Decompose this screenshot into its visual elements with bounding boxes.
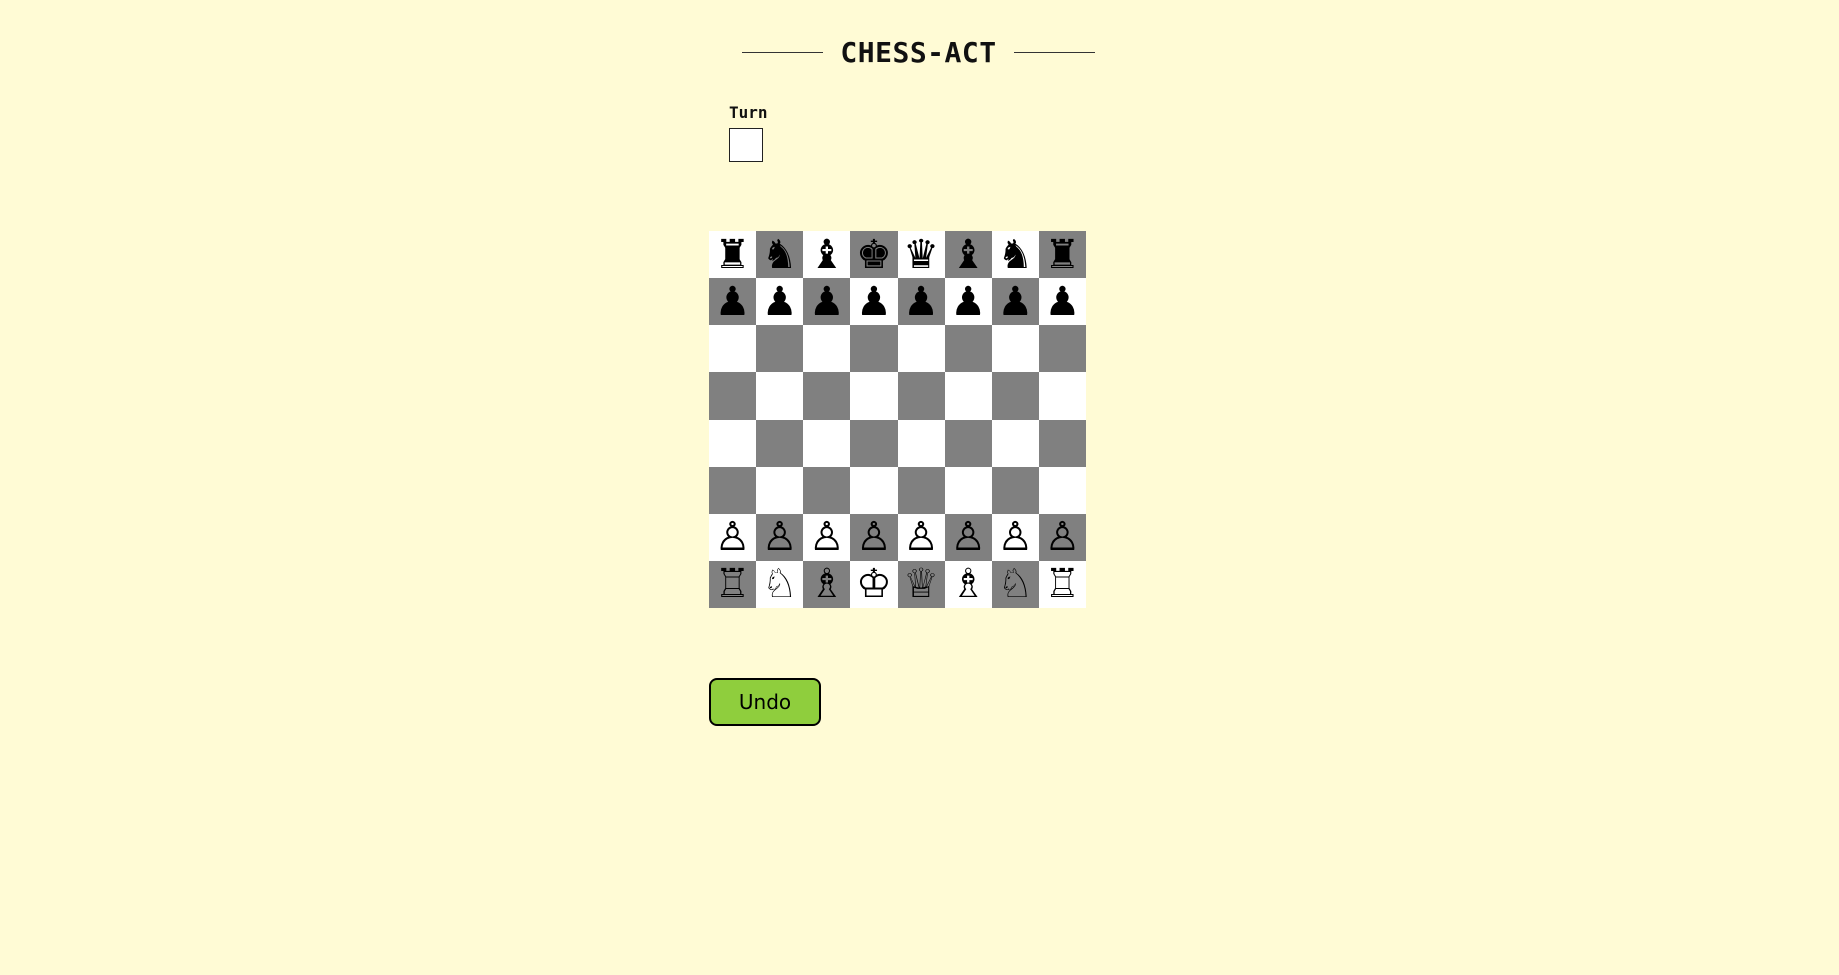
board-square-d8[interactable]: ♚ [850, 231, 898, 279]
board-square-f4[interactable] [944, 419, 992, 467]
board-square-b6[interactable] [756, 325, 804, 373]
board-square-f2[interactable]: ♙ [944, 513, 992, 561]
board-square-e6[interactable] [897, 325, 945, 373]
board-square-a1[interactable]: ♖ [709, 560, 757, 608]
board-square-e5[interactable] [897, 372, 945, 420]
board-square-e3[interactable] [897, 466, 945, 514]
board-square-c5[interactable] [803, 372, 851, 420]
board-square-e7[interactable]: ♟ [897, 278, 945, 326]
turn-label: Turn [729, 103, 768, 122]
board-square-b5[interactable] [756, 372, 804, 420]
board-square-f1[interactable]: ♗ [944, 560, 992, 608]
board-square-g3[interactable] [991, 466, 1039, 514]
board-square-c4[interactable] [803, 419, 851, 467]
page-title: CHESS-ACT [840, 35, 997, 69]
board-square-e2[interactable]: ♙ [897, 513, 945, 561]
board-square-f8[interactable]: ♝ [944, 231, 992, 279]
board-square-b8[interactable]: ♞ [756, 231, 804, 279]
board-square-b4[interactable] [756, 419, 804, 467]
board-square-f3[interactable] [944, 466, 992, 514]
turn-indicator [729, 128, 763, 162]
board-square-b3[interactable] [756, 466, 804, 514]
title-right-rule [1014, 51, 1095, 53]
board-square-a6[interactable] [709, 325, 757, 373]
board-square-d7[interactable]: ♟ [850, 278, 898, 326]
board-square-d2[interactable]: ♙ [850, 513, 898, 561]
board-square-a3[interactable] [709, 466, 757, 514]
board-square-f6[interactable] [944, 325, 992, 373]
board-square-h7[interactable]: ♟ [1038, 278, 1086, 326]
chess-board: ♜ ♞ ♝ ♚ ♛ ♝ ♞ ♜ ♟ ♟ ♟ ♟ ♟ ♟ ♟ ♟ ♙ ♙ ♙ ♙ ♙ ♙ ♙ ♙ ♖ ♘ ♗ ♔ ♕ ♗ ♘ ♖ [709, 231, 1086, 608]
board-square-h3[interactable] [1038, 466, 1086, 514]
board-square-c2[interactable]: ♙ [803, 513, 851, 561]
undo-button[interactable]: Undo [709, 678, 821, 726]
board-square-d3[interactable] [850, 466, 898, 514]
board-square-d5[interactable] [850, 372, 898, 420]
board-square-e1[interactable]: ♕ [897, 560, 945, 608]
board-square-g1[interactable]: ♘ [991, 560, 1039, 608]
board-square-g7[interactable]: ♟ [991, 278, 1039, 326]
board-square-a4[interactable] [709, 419, 757, 467]
board-square-a5[interactable] [709, 372, 757, 420]
board-square-g5[interactable] [991, 372, 1039, 420]
board-square-g6[interactable] [991, 325, 1039, 373]
board-square-h5[interactable] [1038, 372, 1086, 420]
board-square-e4[interactable] [897, 419, 945, 467]
board-square-d6[interactable] [850, 325, 898, 373]
board-square-h8[interactable]: ♜ [1038, 231, 1086, 279]
board-square-a2[interactable]: ♙ [709, 513, 757, 561]
board-square-h1[interactable]: ♖ [1038, 560, 1086, 608]
board-square-h6[interactable] [1038, 325, 1086, 373]
board-square-f5[interactable] [944, 372, 992, 420]
board-square-c3[interactable] [803, 466, 851, 514]
board-square-b1[interactable]: ♘ [756, 560, 804, 608]
board-square-d1[interactable]: ♔ [850, 560, 898, 608]
board-square-b2[interactable]: ♙ [756, 513, 804, 561]
board-square-f7[interactable]: ♟ [944, 278, 992, 326]
board-square-c8[interactable]: ♝ [803, 231, 851, 279]
board-square-g2[interactable]: ♙ [991, 513, 1039, 561]
board-square-e8[interactable]: ♛ [897, 231, 945, 279]
board-square-a7[interactable]: ♟ [709, 278, 757, 326]
board-square-a8[interactable]: ♜ [709, 231, 757, 279]
board-square-h4[interactable] [1038, 419, 1086, 467]
board-square-g8[interactable]: ♞ [991, 231, 1039, 279]
title-left-rule [742, 51, 823, 53]
board-square-d4[interactable] [850, 419, 898, 467]
board-square-g4[interactable] [991, 419, 1039, 467]
board-square-c6[interactable] [803, 325, 851, 373]
header: CHESS-ACT [742, 30, 1095, 74]
board-square-c1[interactable]: ♗ [803, 560, 851, 608]
board-square-h2[interactable]: ♙ [1038, 513, 1086, 561]
board-square-c7[interactable]: ♟ [803, 278, 851, 326]
board-square-b7[interactable]: ♟ [756, 278, 804, 326]
